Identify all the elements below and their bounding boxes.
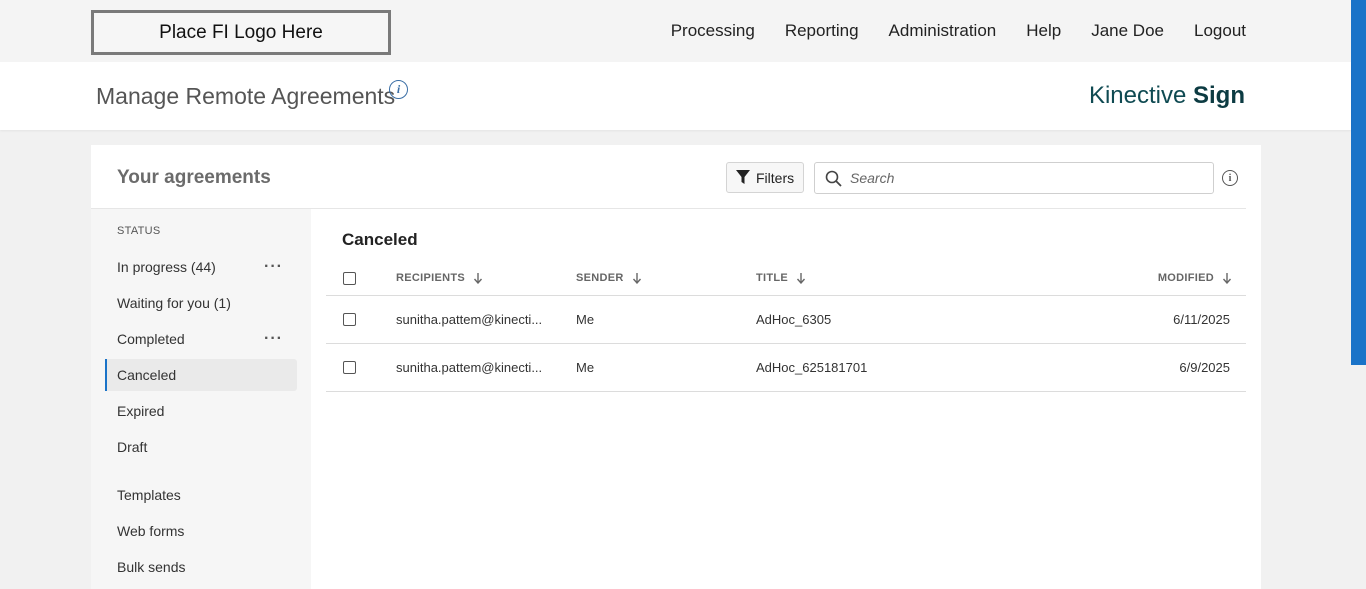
column-header-recipients[interactable]: RECIPIENTS [396,272,483,284]
select-all-checkbox[interactable] [343,272,356,285]
sidebar-item-draft[interactable]: Draft [105,431,297,463]
sidebar-item-label: Bulk sends [117,559,186,575]
sidebar-item-web-forms[interactable]: Web forms [105,515,297,547]
sender-cell: Me [576,360,595,375]
search-info-icon[interactable]: i [1222,170,1238,186]
sidebar-item-label: Completed [117,331,185,347]
sort-arrow-icon [1222,273,1232,284]
card-title: Your agreements [117,167,271,188]
brand-name-bold: Sign [1193,82,1245,109]
search-input[interactable] [850,170,1190,186]
column-header-sender[interactable]: SENDER [576,272,642,284]
recipient-cell: sunitha.pattem@kinecti... [396,360,543,375]
agreements-list: Canceled RECIPIENTS SENDER TITLE MODIFIE… [326,209,1246,589]
fi-logo-placeholder[interactable]: Place FI Logo Here [91,10,391,55]
more-options-icon[interactable]: ··· [264,330,283,348]
sidebar-item-waiting-for-you[interactable]: Waiting for you (1) [105,287,297,319]
sub-header: Manage Remote Agreements i Kinective Sig… [0,62,1351,130]
sidebar-item-label: Waiting for you (1) [117,295,231,311]
sidebar-item-templates[interactable]: Templates [105,479,297,511]
sidebar-item-label: Expired [117,403,165,419]
search-box[interactable] [814,162,1214,194]
nav-processing[interactable]: Processing [671,21,755,41]
page-scrollbar[interactable] [1351,0,1366,365]
column-header-label: MODIFIED [1157,272,1214,284]
nav-administration[interactable]: Administration [889,21,997,41]
sidebar-item-canceled[interactable]: Canceled [105,359,297,391]
sort-arrow-icon [473,273,483,284]
section-title: Canceled [342,230,418,249]
nav-help[interactable]: Help [1026,21,1061,41]
status-sidebar: STATUS In progress (44) ··· Waiting for … [91,209,311,589]
main-nav: Processing Reporting Administration Help… [671,0,1246,62]
filters-button[interactable]: Filters [726,162,804,193]
sidebar-item-label: In progress (44) [117,259,216,275]
nav-reporting[interactable]: Reporting [785,21,859,41]
sidebar-item-label: Canceled [117,367,177,383]
row-checkbox[interactable] [343,361,356,374]
nav-logout[interactable]: Logout [1194,21,1246,41]
sidebar-item-label: Templates [117,487,181,503]
title-cell: AdHoc_625181701 [756,360,868,375]
table-row[interactable]: sunitha.pattem@kinecti... Me AdHoc_62518… [326,344,1246,392]
sort-arrow-icon [632,273,641,284]
title-cell: AdHoc_6305 [756,312,832,327]
modified-cell: 6/9/2025 [1179,360,1230,375]
filters-button-label: Filters [756,169,795,186]
agreements-card: Your agreements Filters i STATUS In prog… [91,145,1261,589]
brand-logo: Kinective Sign [1089,82,1245,110]
modified-cell: 6/11/2025 [1173,312,1230,327]
sort-arrow-icon [797,273,806,284]
sidebar-item-in-progress[interactable]: In progress (44) ··· [105,251,297,283]
status-section-label: STATUS [117,225,161,237]
row-checkbox[interactable] [343,313,356,326]
filter-funnel-icon [736,170,750,184]
column-header-label: RECIPIENTS [396,272,466,284]
search-icon [825,170,842,187]
card-header: Your agreements Filters i [91,145,1246,209]
column-header-label: SENDER [576,272,624,284]
nav-user-name[interactable]: Jane Doe [1091,21,1164,41]
table-row[interactable]: sunitha.pattem@kinecti... Me AdHoc_6305 … [326,296,1246,344]
sender-cell: Me [576,312,595,327]
info-icon[interactable]: i [389,80,408,99]
sidebar-item-completed[interactable]: Completed ··· [105,323,297,355]
table-header: RECIPIENTS SENDER TITLE MODIFIED [326,261,1246,296]
sidebar-item-label: Web forms [117,523,185,539]
sidebar-item-label: Draft [117,439,148,455]
column-header-title[interactable]: TITLE [756,272,806,284]
more-options-icon[interactable]: ··· [264,258,283,276]
brand-name-light: Kinective [1088,82,1187,109]
recipient-cell: sunitha.pattem@kinecti... [396,312,543,327]
page-title: Manage Remote Agreements [96,83,396,109]
sidebar-item-expired[interactable]: Expired [105,395,297,427]
column-header-label: TITLE [756,272,789,284]
top-bar: Place FI Logo Here Processing Reporting … [0,0,1351,62]
sidebar-item-bulk-sends[interactable]: Bulk sends [105,551,297,583]
column-header-modified[interactable]: MODIFIED [1158,272,1232,284]
